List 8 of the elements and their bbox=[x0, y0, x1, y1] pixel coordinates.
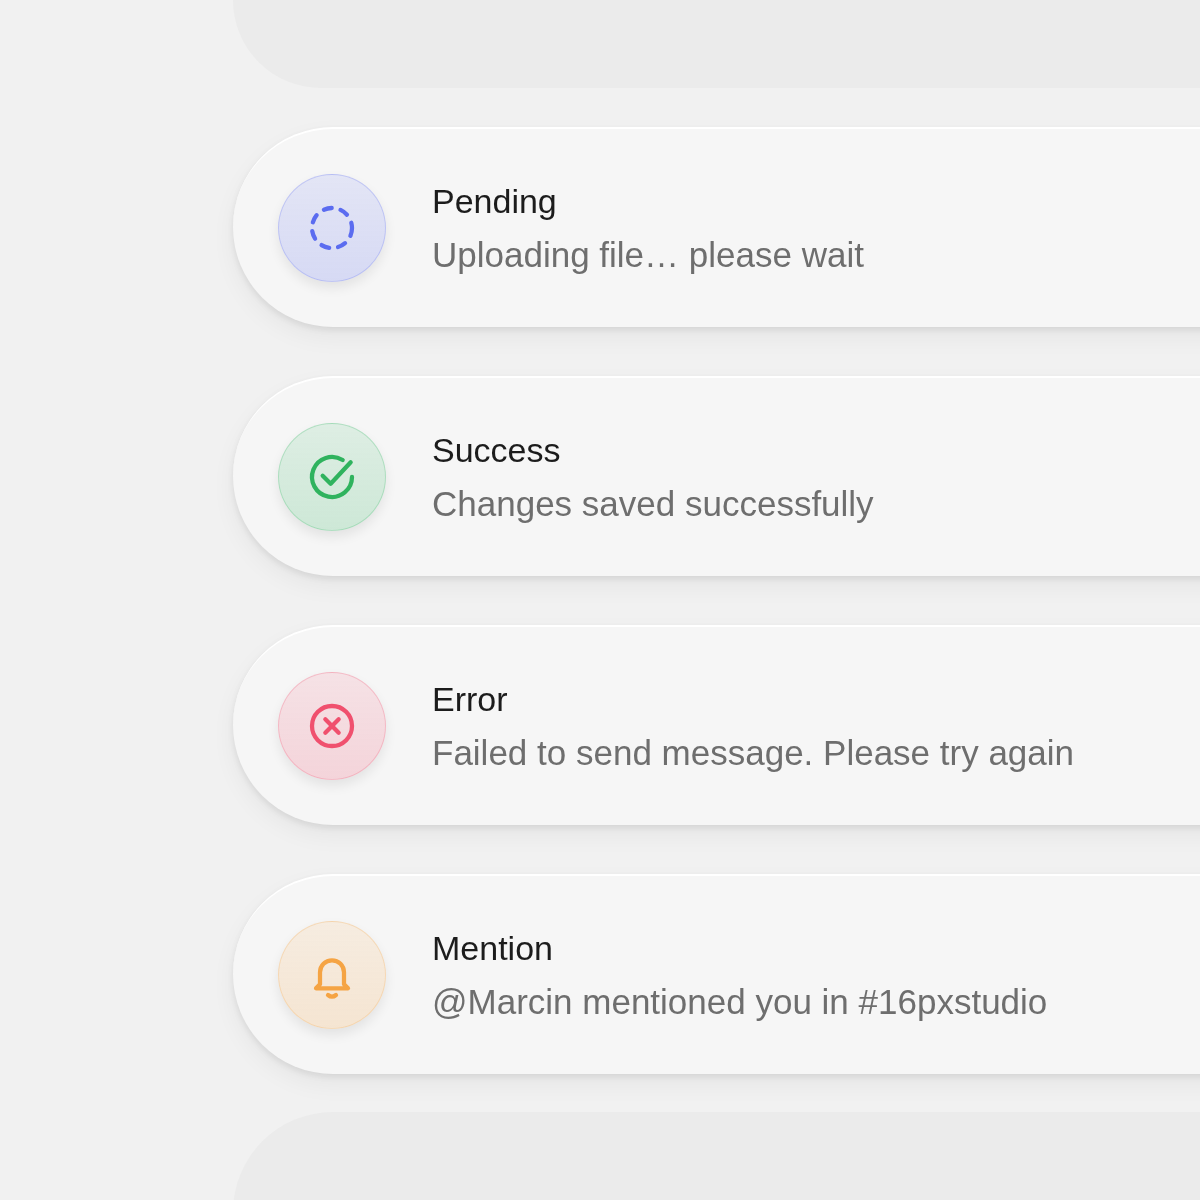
notification-title: Mention bbox=[432, 928, 554, 968]
notification-title: Success bbox=[432, 430, 562, 470]
notification-message: Uploading file… please wait bbox=[432, 234, 864, 275]
notification-message: Changes saved successfully bbox=[432, 483, 874, 524]
notification-title: Pending bbox=[432, 181, 558, 221]
notification-message: @Marcin mentioned you in #16pxstudio bbox=[432, 981, 1048, 1022]
notification-title: Error bbox=[432, 679, 509, 719]
notification-message: Failed to send message. Please try again bbox=[432, 732, 1075, 773]
